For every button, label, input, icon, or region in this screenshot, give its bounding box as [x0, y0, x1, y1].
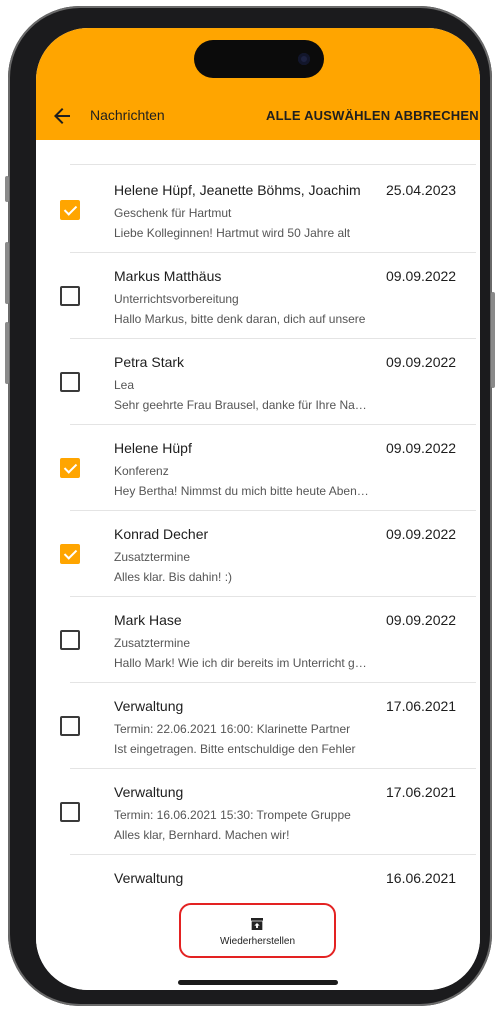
message-preview: Alles klar. Bis dahin! :): [114, 570, 233, 584]
message-sender: Markus Matthäus: [114, 268, 222, 284]
message-row[interactable]: Helene Hüpf 09.09.2022 Konferenz Hey Bertha…: [36, 424, 480, 510]
phone-frame: Nachrichten ALLE AUSWÄHLEN ABBRECHEN Hel…: [5, 6, 495, 1006]
message-sender: Mark Hase: [114, 612, 182, 628]
message-row[interactable]: Konrad Decher 09.09.2022 Zusatztermine Alle…: [36, 510, 480, 596]
message-row[interactable]: Mark Hase 09.09.2022 Zusatztermine Hallo Ma…: [36, 596, 480, 682]
message-preview: Hallo Markus, bitte denk daran, dich auf…: [114, 312, 366, 326]
message-preview: Sehr geehrte Frau Brausel, danke für Ihr…: [114, 398, 370, 412]
message-date: 25.04.2023: [386, 182, 457, 198]
camera-icon: [298, 53, 310, 65]
restore-button[interactable]: Wiederherstellen: [179, 903, 336, 958]
message-date: 09.09.2022: [386, 526, 457, 542]
message-checkbox[interactable]: [60, 200, 80, 220]
message-row[interactable]: Petra Stark 09.09.2022 Lea Sehr geehrte Fra…: [36, 338, 480, 424]
message-row[interactable]: Verwaltung 17.06.2021 Termin: 16.06.2021 1…: [36, 768, 480, 854]
message-subject: Lea: [114, 378, 135, 392]
message-preview: Liebe Kolleginnen! Hartmut wird 50 Jahre…: [114, 226, 351, 240]
message-sender: Konrad Decher: [114, 526, 209, 542]
message-sender: Helene Hüpf, Jeanette Böhms, Joachim: [114, 182, 361, 198]
message-checkbox[interactable]: [60, 286, 80, 306]
home-indicator: [178, 980, 338, 985]
message-sender: Verwaltung: [114, 870, 184, 886]
message-subject: Termin: 22.06.2021 16:00: Klarinette Par…: [114, 722, 351, 736]
screen: Nachrichten ALLE AUSWÄHLEN ABBRECHEN Hel…: [36, 28, 480, 990]
message-sender: Helene Hüpf: [114, 440, 192, 456]
message-subject: Zusatztermine: [114, 636, 191, 650]
action-button: [5, 176, 9, 202]
back-arrow-icon[interactable]: [50, 104, 74, 128]
message-sender: Petra Stark: [114, 354, 185, 370]
list-divider: [70, 164, 476, 165]
message-date: 17.06.2021: [386, 784, 457, 800]
message-row[interactable]: Markus Matthäus 09.09.2022 Unterrichtsvorb…: [36, 252, 480, 338]
power-button: [491, 292, 495, 388]
message-row[interactable]: Verwaltung 17.06.2021 Termin: 22.06.2021 1…: [36, 682, 480, 768]
message-checkbox[interactable]: [60, 630, 80, 650]
message-checkbox[interactable]: [60, 544, 80, 564]
message-subject: Zusatztermine: [114, 550, 191, 564]
message-preview: Ist eingetragen. Bitte entschuldige den …: [114, 742, 356, 756]
select-all-button[interactable]: ALLE AUSWÄHLEN: [266, 108, 390, 123]
volume-up-button: [5, 242, 9, 304]
message-checkbox[interactable]: [60, 372, 80, 392]
message-date: 09.09.2022: [386, 268, 457, 284]
message-subject: Termin: 16.06.2021 15:30: Trompete Grupp…: [114, 808, 351, 822]
message-preview: Hey Bertha! Nimmst du mich bitte heute A…: [114, 484, 370, 498]
app-bar: Nachrichten ALLE AUSWÄHLEN ABBRECHEN: [36, 28, 480, 140]
archive-restore-icon: [251, 918, 263, 930]
bottom-action-bar: Wiederherstellen: [36, 888, 480, 990]
page-title: Nachrichten: [90, 107, 165, 123]
message-subject: Konferenz: [114, 464, 169, 478]
cancel-button[interactable]: ABBRECHEN: [394, 108, 479, 123]
message-date: 17.06.2021: [386, 698, 457, 714]
volume-down-button: [5, 322, 9, 384]
message-row[interactable]: Helene Hüpf, Jeanette Böhms, Joachim 25.0…: [36, 166, 480, 252]
message-preview: Hallo Mark! Wie ich dir bereits im Unter…: [114, 656, 370, 670]
message-checkbox[interactable]: [60, 458, 80, 478]
message-subject: Geschenk für Hartmut: [114, 206, 232, 220]
message-sender: Verwaltung: [114, 698, 184, 714]
dynamic-island: [194, 40, 324, 78]
message-preview: Alles klar, Bernhard. Machen wir!: [114, 828, 290, 842]
message-date: 16.06.2021: [386, 870, 457, 886]
message-date: 09.09.2022: [386, 612, 457, 628]
restore-label: Wiederherstellen: [219, 936, 296, 947]
message-date: 09.09.2022: [386, 440, 457, 456]
message-subject: Unterrichtsvorbereitung: [114, 292, 239, 306]
message-checkbox[interactable]: [60, 802, 80, 822]
message-date: 09.09.2022: [386, 354, 457, 370]
message-sender: Verwaltung: [114, 784, 184, 800]
message-checkbox[interactable]: [60, 716, 80, 736]
